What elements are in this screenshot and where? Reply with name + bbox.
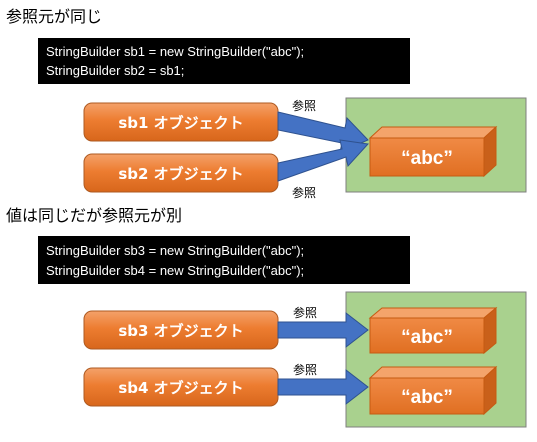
value-abc-label-1: “abc” <box>401 148 453 169</box>
object-sb4-label: sb4 オブジェクト <box>118 379 243 397</box>
object-sb3-label: sb3 オブジェクト <box>118 322 243 340</box>
code-line-sb1: StringBuilder sb1 = new StringBuilder("a… <box>46 44 304 59</box>
cube-top <box>368 126 498 139</box>
section-same-reference: 参照元が同じ StringBuilder sb1 = new StringBui… <box>6 7 527 200</box>
code-line-sb3: StringBuilder sb3 = new StringBuilder("a… <box>46 243 304 258</box>
object-sb3: sb3 オブジェクト <box>83 310 279 350</box>
section-different-reference: 値は同じだが参照元が別 StringBuilder sb3 = new Stri… <box>6 206 527 428</box>
object-sb2-label: sb2 オブジェクト <box>118 165 243 183</box>
value-abc-label-3: “abc” <box>401 387 453 408</box>
section1-code-block: StringBuilder sb1 = new StringBuilder("a… <box>38 38 410 84</box>
code-line-sb2: StringBuilder sb2 = sb1; <box>46 63 184 78</box>
object-sb1-label: sb1 オブジェクト <box>118 114 243 132</box>
value-cube-abc-2: “abc” <box>368 306 498 355</box>
reference-label-sb2: 参照 <box>292 185 316 200</box>
section2-heading: 値は同じだが参照元が別 <box>6 206 182 225</box>
reference-label-sb4: 参照 <box>293 362 317 377</box>
section2-code-block: StringBuilder sb3 = new StringBuilder("a… <box>38 236 410 284</box>
cube-top <box>368 307 498 319</box>
reference-label-sb3: 参照 <box>293 305 317 320</box>
cube-top <box>368 366 498 379</box>
code-line-sb4: StringBuilder sb4 = new StringBuilder("a… <box>46 263 304 278</box>
value-cube-abc-3: “abc” <box>368 365 498 416</box>
diagram-svg: 参照元が同じ StringBuilder sb1 = new StringBui… <box>6 7 527 428</box>
object-sb4: sb4 オブジェクト <box>83 367 279 407</box>
diagram-canvas: 参照元が同じ StringBuilder sb1 = new StringBui… <box>0 0 537 438</box>
reference-label-sb1: 参照 <box>292 98 316 113</box>
value-abc-label-2: “abc” <box>401 327 453 348</box>
object-sb1: sb1 オブジェクト <box>83 102 279 142</box>
value-cube-abc-1: “abc” <box>368 125 498 178</box>
section1-heading: 参照元が同じ <box>6 7 102 26</box>
object-sb2: sb2 オブジェクト <box>83 153 279 193</box>
